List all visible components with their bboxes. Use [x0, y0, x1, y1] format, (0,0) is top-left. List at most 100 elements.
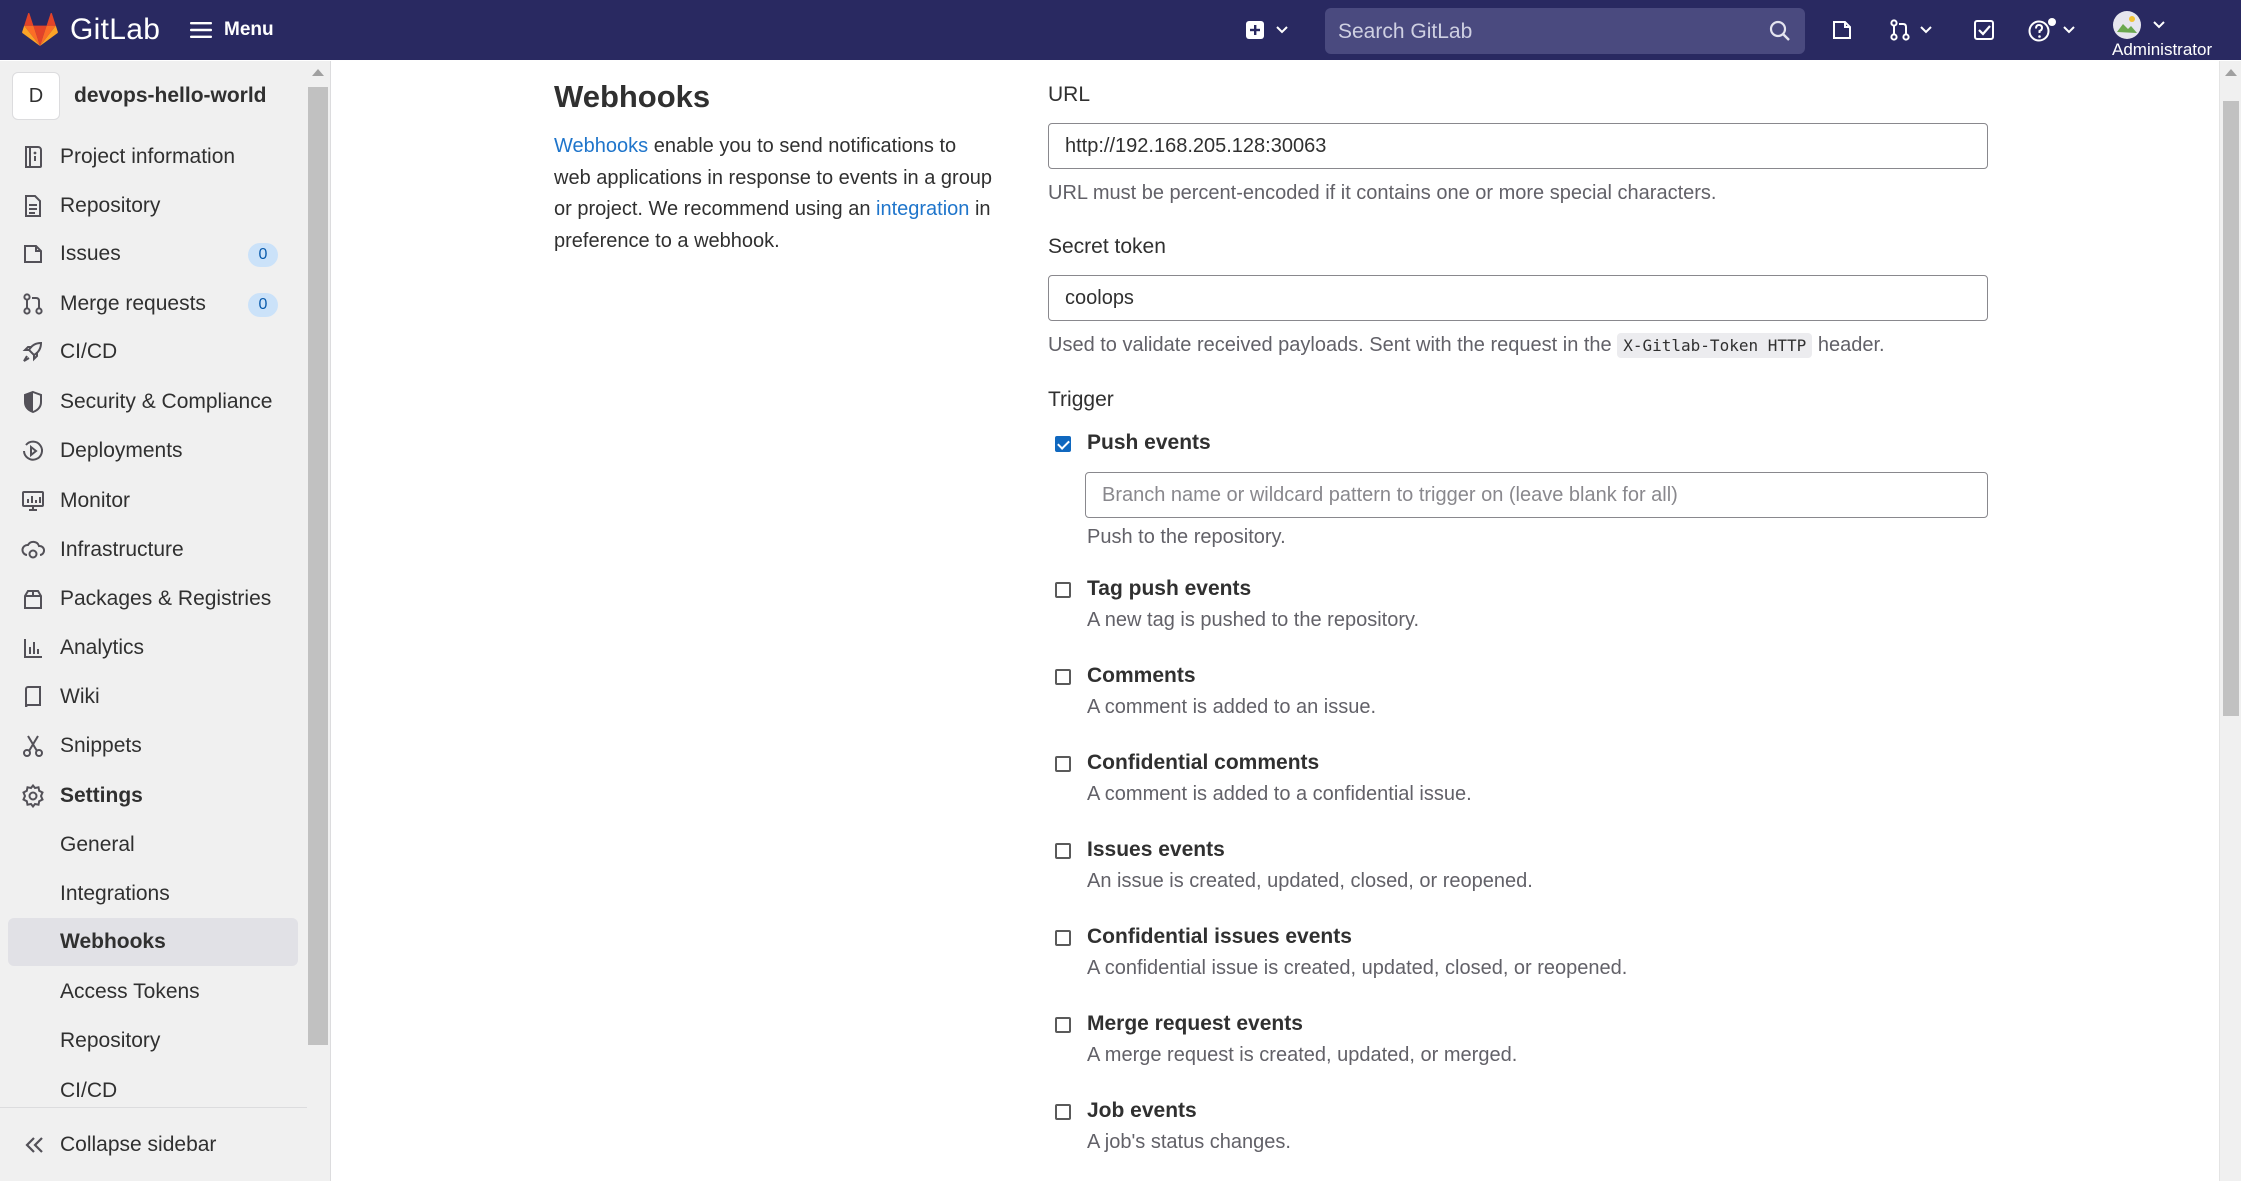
help-text-end: header. [1812, 334, 1885, 356]
search-input[interactable]: Search GitLab [1325, 8, 1805, 54]
scroll-up-arrow-icon[interactable] [2225, 69, 2237, 76]
tag-push-events-label[interactable]: Tag push events [1087, 577, 1251, 601]
avatar [2112, 10, 2142, 40]
webhooks-docs-link[interactable]: Webhooks [554, 135, 648, 157]
merge-request-icon [1889, 19, 1911, 41]
sidebar-item-label: Snippets [60, 734, 142, 757]
sidebar-item-project-information[interactable]: Project information [8, 134, 298, 180]
confidential-comments-checkbox[interactable] [1055, 756, 1071, 772]
sidebar-subitem-access-tokens[interactable]: Access Tokens [8, 968, 298, 1016]
sidebar-item-label: Infrastructure [60, 538, 184, 561]
secret-token-field[interactable]: coolops [1048, 275, 1988, 321]
sidebar-item-infrastructure[interactable]: Infrastructure [8, 527, 298, 573]
deployments-icon [16, 439, 50, 463]
project-avatar: D [12, 72, 60, 120]
package-icon [16, 588, 50, 610]
collapse-sidebar-label: Collapse sidebar [60, 1133, 217, 1156]
new-item-dropdown[interactable] [1245, 15, 1289, 45]
sidebar-item-deployments[interactable]: Deployments [8, 428, 298, 474]
sidebar-subitem-general[interactable]: General [8, 821, 298, 869]
job-events-label[interactable]: Job events [1087, 1099, 1197, 1123]
sidebar-item-snippets[interactable]: Snippets [8, 723, 298, 769]
doc-icon [16, 194, 50, 218]
sidebar-scrollbar[interactable] [307, 61, 329, 1121]
monitor-icon [16, 490, 50, 512]
issues-events-label[interactable]: Issues events [1087, 838, 1225, 862]
confidential-issues-events-checkbox[interactable] [1055, 930, 1071, 946]
comments-checkbox[interactable] [1055, 669, 1071, 685]
merge-request-events-checkbox[interactable] [1055, 1017, 1071, 1033]
top-bar: GitLab Menu Search GitLab Administrator [0, 0, 2241, 60]
integration-link[interactable]: integration [876, 198, 969, 220]
sidebar-scrollbar-thumb[interactable] [308, 87, 328, 1045]
sidebar-item-merge-requests[interactable]: Merge requests 0 [8, 281, 298, 327]
shield-icon [16, 390, 50, 414]
chevron-down-icon [1275, 25, 1289, 35]
help-dropdown[interactable] [2028, 15, 2076, 45]
sidebar-item-label: Wiki [60, 685, 100, 708]
sidebar-item-repository[interactable]: Repository [8, 183, 298, 229]
sidebar-item-wiki[interactable]: Wiki [8, 674, 298, 720]
url-field[interactable]: http://192.168.205.128:30063 [1048, 123, 1988, 169]
sidebar-subitem-label: Integrations [60, 882, 170, 905]
sidebar-subitem-webhooks[interactable]: Webhooks [8, 918, 298, 966]
chevron-down-icon [2152, 20, 2166, 30]
sidebar-item-label: Settings [60, 784, 143, 807]
sidebar-item-label: Issues [60, 242, 121, 265]
gitlab-logo-icon [22, 13, 58, 47]
user-name: Administrator [2112, 40, 2213, 59]
job-events-checkbox[interactable] [1055, 1104, 1071, 1120]
sidebar-subitem-label: Repository [60, 1029, 161, 1052]
sidebar-subitem-label: General [60, 833, 135, 856]
collapse-sidebar-button[interactable]: Collapse sidebar [0, 1107, 307, 1181]
sidebar-item-label: CI/CD [60, 340, 118, 363]
confidential-comments-label[interactable]: Confidential comments [1087, 751, 1319, 775]
sidebar-item-security-compliance[interactable]: Security & Compliance [8, 379, 298, 425]
sidebar-item-settings[interactable]: Settings [8, 773, 298, 819]
sidebar-item-label: Packages & Registries [60, 587, 272, 610]
sidebar-item-analytics[interactable]: Analytics [8, 625, 298, 671]
settings-icon [16, 784, 50, 808]
push-events-checkbox[interactable] [1055, 436, 1071, 452]
sidebar-item-issues[interactable]: Issues 0 [8, 231, 298, 277]
secret-token-label: Secret token [1048, 235, 1166, 258]
confidential-issues-events-label[interactable]: Confidential issues events [1087, 925, 1352, 949]
sidebar-item-monitor[interactable]: Monitor [8, 478, 298, 524]
menu-button[interactable]: Menu [190, 15, 274, 45]
sidebar-item-label: Analytics [60, 636, 145, 659]
sidebar-subitem-integrations[interactable]: Integrations [8, 870, 298, 918]
sidebar-item-ci-cd[interactable]: CI/CD [8, 329, 298, 375]
todos-button[interactable] [1973, 15, 1997, 45]
chart-icon [16, 637, 50, 659]
page-scrollbar[interactable] [2219, 61, 2241, 1181]
search-placeholder: Search GitLab [1338, 20, 1473, 43]
scroll-up-arrow-icon[interactable] [312, 69, 324, 76]
sidebar-item-label: Merge requests [60, 292, 206, 315]
comments-label[interactable]: Comments [1087, 664, 1196, 688]
tag-push-events-help: A new tag is pushed to the repository. [1087, 609, 1420, 631]
merge-requests-dropdown[interactable] [1889, 15, 1933, 45]
project-link[interactable]: D devops-hello-world [12, 72, 267, 120]
brand[interactable]: GitLab [22, 12, 160, 48]
issues-events-checkbox[interactable] [1055, 843, 1071, 859]
trigger-label: Trigger [1048, 388, 1114, 411]
sidebar-item-packages-registries[interactable]: Packages & Registries [8, 576, 298, 622]
merge-request-icon [16, 293, 50, 315]
issues-events-help: An issue is created, updated, closed, or… [1087, 870, 1533, 892]
merge-request-events-label[interactable]: Merge request events [1087, 1012, 1303, 1036]
tag-push-events-checkbox[interactable] [1055, 582, 1071, 598]
sidebar-subitem-repository[interactable]: Repository [8, 1017, 298, 1065]
push-events-label[interactable]: Push events [1087, 431, 1211, 455]
rocket-icon [16, 340, 50, 364]
branch-filter-input[interactable]: Branch name or wildcard pattern to trigg… [1085, 472, 1988, 518]
help-icon [2028, 17, 2058, 43]
sidebar-item-label: Monitor [60, 489, 131, 512]
issues-button[interactable] [1831, 15, 1853, 45]
project-name: devops-hello-world [74, 84, 267, 107]
double-chevron-left-icon [24, 1136, 50, 1154]
sidebar: D devops-hello-world Project information… [0, 61, 331, 1181]
main-content: Webhooks Webhooks enable you to send not… [331, 61, 2219, 1181]
secret-token-help-text: Used to validate received payloads. Sent… [1048, 333, 1885, 358]
page-scrollbar-thumb[interactable] [2223, 101, 2239, 716]
search-icon [1769, 20, 1791, 42]
